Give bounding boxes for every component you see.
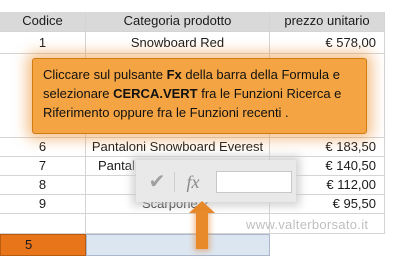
header-code[interactable]: Codice (0, 12, 86, 32)
header-price[interactable]: prezzo unitario (270, 12, 385, 32)
cell-empty[interactable] (86, 214, 270, 234)
cell-price[interactable]: € 578,00 (270, 32, 385, 54)
callout-function-name: CERCA.VERT (113, 86, 198, 101)
arrow-shaft (196, 211, 208, 249)
header-category[interactable]: Categoria prodotto (86, 12, 270, 32)
cell-empty[interactable] (0, 214, 86, 234)
cell-code[interactable]: 9 (0, 195, 86, 214)
cell-price[interactable]: € 183,50 (270, 138, 385, 157)
callout-text-1: Cliccare sul pulsante (43, 67, 167, 82)
insert-function-button[interactable]: fx (180, 170, 206, 194)
cell-code[interactable]: 7 (0, 157, 86, 176)
cell-code[interactable]: 1 (0, 32, 86, 54)
formula-input[interactable] (216, 171, 292, 193)
callout-fx-label: Fx (166, 67, 182, 82)
cell-category[interactable]: Snowboard Red (86, 32, 270, 54)
formula-bar: ✔ fx (136, 160, 296, 202)
instruction-callout: Cliccare sul pulsante Fx della barra del… (32, 58, 367, 134)
watermark: www.valterborsato.it (246, 217, 369, 232)
cell-code[interactable]: 6 (0, 138, 86, 157)
cell-category[interactable]: Pantaloni Snowboard Everest (86, 138, 270, 157)
lookup-result-cell[interactable] (86, 234, 270, 256)
input-cell[interactable]: 5 (0, 234, 86, 256)
cell-code[interactable]: 8 (0, 176, 86, 195)
enter-check-icon[interactable]: ✔ (144, 170, 170, 194)
formula-bar-divider (174, 172, 175, 192)
